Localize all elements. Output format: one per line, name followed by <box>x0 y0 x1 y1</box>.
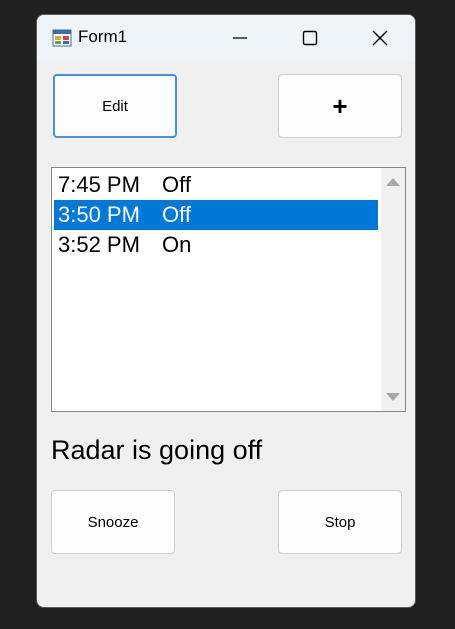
add-alarm-button[interactable]: + <box>278 74 402 138</box>
alarm-state: Off <box>162 202 191 227</box>
edit-button[interactable]: Edit <box>53 74 177 138</box>
list-item[interactable]: 3:52 PM On <box>54 230 378 260</box>
maximize-button[interactable] <box>277 15 343 61</box>
app-window: Form1 Edit + 7:45 PM Off 3:50 PM Off 3:5… <box>36 14 416 608</box>
alarm-listbox[interactable]: 7:45 PM Off 3:50 PM Off 3:52 PM On <box>51 167 406 412</box>
alarm-time: 7:45 PM <box>58 172 140 197</box>
snooze-button[interactable]: Snooze <box>51 490 175 554</box>
alarm-state: Off <box>162 172 191 197</box>
maximize-icon <box>302 30 318 46</box>
alarm-list: 7:45 PM Off 3:50 PM Off 3:52 PM On <box>54 170 378 260</box>
scroll-down-icon[interactable] <box>386 393 400 401</box>
vertical-scrollbar[interactable] <box>381 168 405 411</box>
stop-button[interactable]: Stop <box>278 490 402 554</box>
list-item[interactable]: 7:45 PM Off <box>54 170 378 200</box>
alarm-time: 3:50 PM <box>58 202 140 227</box>
scroll-up-icon[interactable] <box>386 178 400 186</box>
close-button[interactable] <box>347 15 413 61</box>
list-item[interactable]: 3:50 PM Off <box>54 200 378 230</box>
alarm-state: On <box>162 232 192 257</box>
window-title: Form1 <box>78 27 128 46</box>
alarm-time: 3:52 PM <box>58 232 140 257</box>
title-bar[interactable]: Form1 <box>37 15 415 61</box>
close-icon <box>372 30 388 46</box>
form-app-icon <box>52 29 72 47</box>
minimize-button[interactable] <box>207 15 273 61</box>
status-label: Radar is going off <box>51 435 263 465</box>
minimize-icon <box>233 37 247 39</box>
